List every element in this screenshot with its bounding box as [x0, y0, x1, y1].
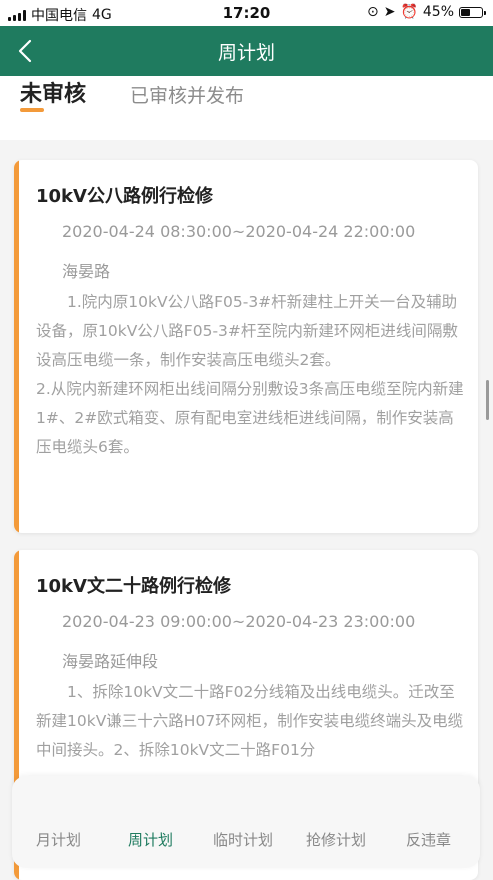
status-bar: 中国电信 4G 17:20 ⊙ ➤ ⏰ 45%: [0, 0, 493, 26]
nav-item-emergency-repair-plan[interactable]: 抢修计划: [306, 829, 366, 850]
card-desc-paragraph: 2.从院内新建环网柜出线间隔分别敷设3条高压电缆至院内新建1#、2#欧式箱变、原…: [36, 380, 464, 456]
rotation-lock-icon: ⊙: [366, 4, 379, 20]
card-desc-paragraph: 1.院内原10kV公八路F05-3#杆新建柱上开关一台及辅助设备，原10kV公八…: [36, 293, 458, 369]
card-description: 1.院内原10kV公八路F05-3#杆新建柱上开关一台及辅助设备，原10kV公八…: [36, 288, 464, 462]
nav-bar: 周计划: [0, 26, 493, 76]
card-title: 10kV公八路例行检修: [36, 186, 213, 207]
status-right: ⊙ ➤ ⏰ 45%: [366, 4, 486, 20]
nav-item-weekly-plan[interactable]: 周计划: [128, 829, 173, 850]
card-desc-paragraph: 1、拆除10kV文二十路F02分线箱及出线电缆头。迁改至新建10kV谦三十六路H…: [36, 683, 464, 759]
card-location: 海晏路: [62, 262, 111, 281]
tab-bar: 未审核 已审核并发布: [0, 76, 493, 140]
nav-item-temporary-plan[interactable]: 临时计划: [213, 829, 273, 850]
scrollbar[interactable]: [486, 380, 489, 420]
battery-label: 45%: [422, 4, 454, 20]
card-description: 1、拆除10kV文二十路F02分线箱及出线电缆头。迁改至新建10kV谦三十六路H…: [36, 678, 464, 765]
card-time: 2020-04-23 09:00:00~2020-04-23 23:00:00: [62, 612, 416, 631]
plan-card[interactable]: 10kV公八路例行检修 2020-04-24 08:30:00~2020-04-…: [14, 160, 478, 533]
alarm-icon: ⏰: [400, 4, 418, 20]
tab-unreviewed[interactable]: 未审核: [20, 76, 86, 108]
battery-icon: [459, 6, 486, 18]
page-title: 周计划: [217, 42, 275, 64]
card-time: 2020-04-24 08:30:00~2020-04-24 22:00:00: [62, 222, 416, 241]
bottom-nav: 月计划 周计划 临时计划 抢修计划 反违章: [12, 776, 480, 868]
nav-item-anti-violation[interactable]: 反违章: [406, 829, 451, 850]
card-location: 海晏路延伸段: [62, 652, 159, 671]
nav-item-monthly-plan[interactable]: 月计划: [36, 829, 81, 850]
location-icon: ➤: [383, 4, 396, 20]
tab-indicator: [20, 108, 44, 112]
card-title: 10kV文二十路例行检修: [36, 576, 231, 597]
tab-reviewed-published[interactable]: 已审核并发布: [130, 81, 244, 108]
